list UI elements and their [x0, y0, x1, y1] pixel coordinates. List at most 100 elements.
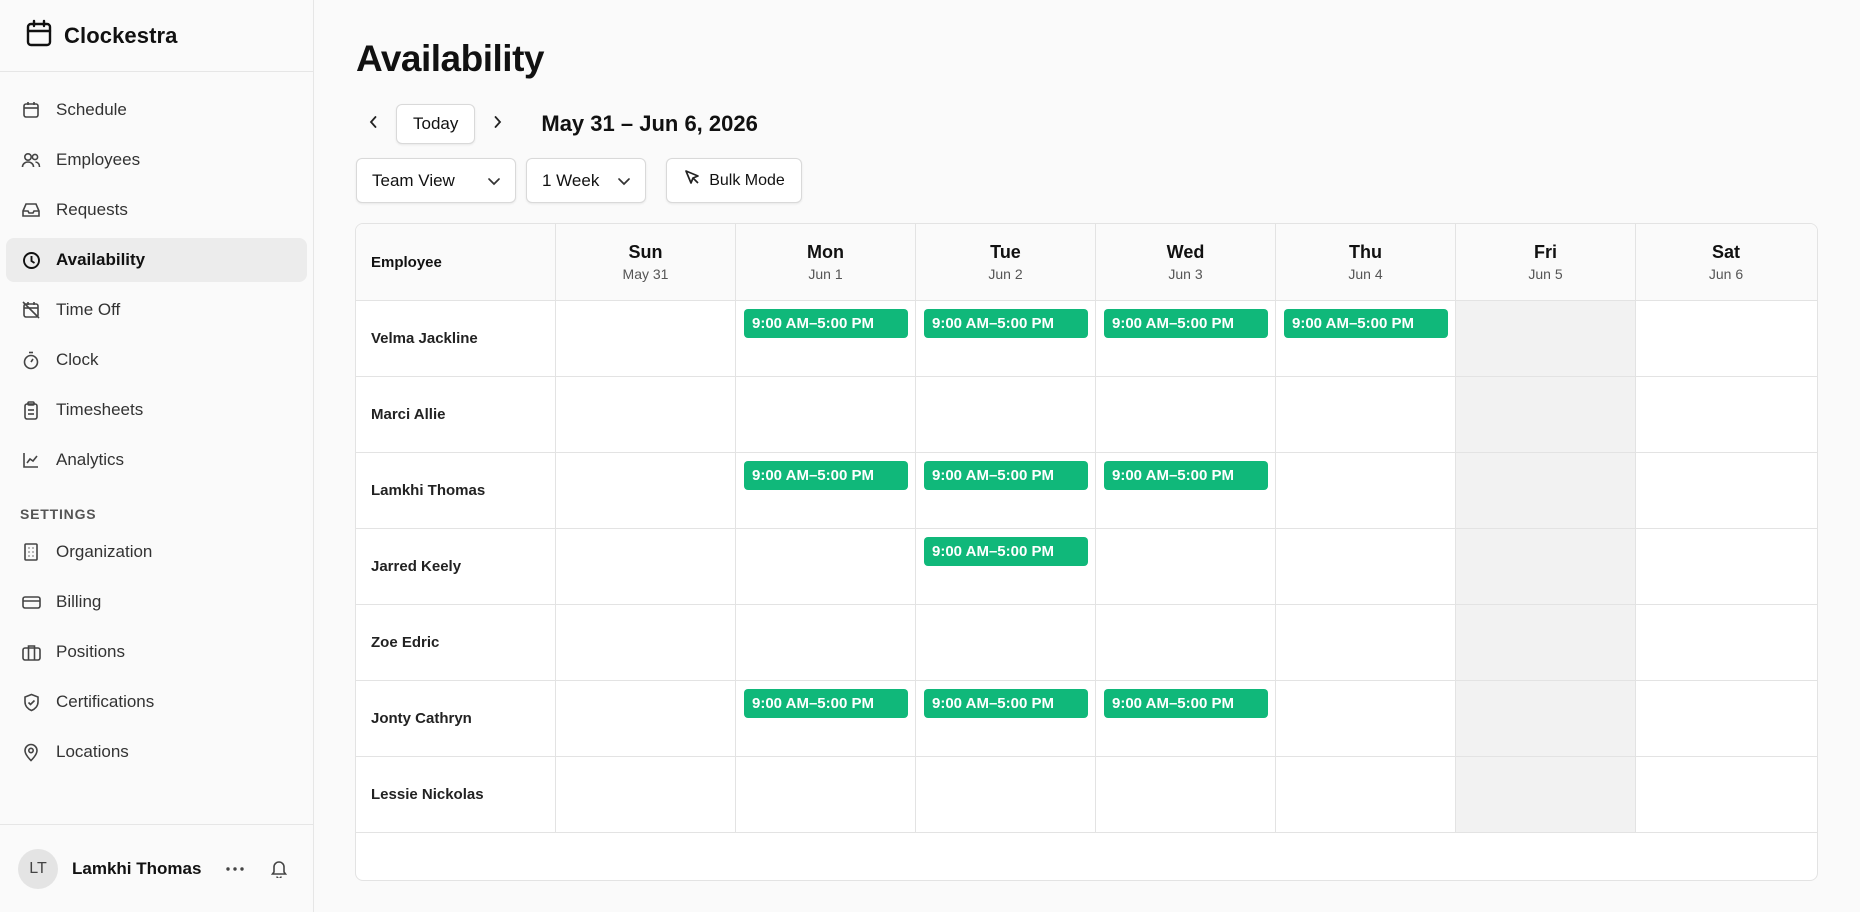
view-select-value: Team View [372, 170, 455, 190]
availability-cell[interactable] [1636, 681, 1816, 756]
availability-cell[interactable] [1276, 529, 1456, 604]
day-date: Jun 5 [1528, 266, 1563, 282]
availability-cell[interactable] [1096, 377, 1276, 452]
availability-cell[interactable] [1636, 757, 1816, 832]
sidebar-item-analytics[interactable]: Analytics [6, 438, 307, 482]
availability-cell[interactable] [1456, 681, 1636, 756]
bulk-mode-button[interactable]: Bulk Mode [666, 158, 802, 203]
credit-card-icon [20, 591, 42, 613]
availability-slot[interactable]: 9:00 AM–5:00 PM [744, 689, 908, 718]
sidebar-item-timesheets[interactable]: Timesheets [6, 388, 307, 432]
sidebar-item-schedule[interactable]: Schedule [6, 88, 307, 132]
availability-cell[interactable] [1276, 453, 1456, 528]
availability-cell[interactable] [1636, 301, 1816, 376]
availability-cell[interactable] [1276, 377, 1456, 452]
view-select[interactable]: Team View [356, 158, 516, 203]
availability-cell[interactable] [1456, 605, 1636, 680]
availability-cell[interactable] [736, 377, 916, 452]
availability-slot[interactable]: 9:00 AM–5:00 PM [1284, 309, 1448, 338]
availability-cell[interactable]: 9:00 AM–5:00 PM [736, 681, 916, 756]
sidebar-item-organization[interactable]: Organization [6, 530, 307, 574]
previous-week-button[interactable] [356, 107, 390, 141]
availability-slot[interactable]: 9:00 AM–5:00 PM [1104, 461, 1268, 490]
availability-cell[interactable] [736, 757, 916, 832]
availability-cell[interactable] [556, 453, 736, 528]
availability-slot[interactable]: 9:00 AM–5:00 PM [744, 309, 908, 338]
availability-cell[interactable] [916, 605, 1096, 680]
table-row: Zoe Edric [356, 605, 1817, 681]
availability-cell[interactable]: 9:00 AM–5:00 PM [1096, 453, 1276, 528]
today-button[interactable]: Today [396, 104, 476, 144]
availability-cell[interactable] [1096, 529, 1276, 604]
sidebar-item-time-off[interactable]: Time Off [6, 288, 307, 332]
availability-cell[interactable] [556, 377, 736, 452]
availability-cell[interactable] [1096, 757, 1276, 832]
sidebar-item-certifications[interactable]: Certifications [6, 680, 307, 724]
availability-cell[interactable] [1636, 377, 1816, 452]
day-header-tue: Tue Jun 2 [916, 224, 1096, 300]
availability-cell[interactable] [916, 757, 1096, 832]
availability-cell[interactable] [1456, 453, 1636, 528]
sidebar-item-availability[interactable]: Availability [6, 238, 307, 282]
briefcase-icon [20, 641, 42, 663]
availability-slot[interactable]: 9:00 AM–5:00 PM [924, 461, 1088, 490]
availability-cell[interactable] [1636, 529, 1816, 604]
day-date: Jun 1 [808, 266, 843, 282]
availability-cell[interactable]: 9:00 AM–5:00 PM [1096, 681, 1276, 756]
availability-cell[interactable]: 9:00 AM–5:00 PM [916, 681, 1096, 756]
availability-cell[interactable] [1276, 605, 1456, 680]
avatar[interactable]: LT [18, 848, 58, 889]
availability-slot[interactable]: 9:00 AM–5:00 PM [1104, 689, 1268, 718]
availability-slot[interactable]: 9:00 AM–5:00 PM [744, 461, 908, 490]
availability-cell[interactable] [1456, 377, 1636, 452]
more-options-icon[interactable] [221, 855, 249, 883]
availability-cell[interactable]: 9:00 AM–5:00 PM [1276, 301, 1456, 376]
availability-cell[interactable]: 9:00 AM–5:00 PM [1096, 301, 1276, 376]
period-select[interactable]: 1 Week [526, 158, 646, 203]
sidebar-item-employees[interactable]: Employees [6, 138, 307, 182]
availability-cell[interactable] [736, 529, 916, 604]
sidebar-item-locations[interactable]: Locations [6, 730, 307, 774]
availability-cell[interactable]: 9:00 AM–5:00 PM [736, 453, 916, 528]
availability-slot[interactable]: 9:00 AM–5:00 PM [924, 537, 1088, 566]
availability-slot[interactable]: 9:00 AM–5:00 PM [924, 689, 1088, 718]
map-pin-icon [20, 741, 42, 763]
next-week-button[interactable] [481, 107, 515, 141]
sidebar-item-positions[interactable]: Positions [6, 630, 307, 674]
availability-cell[interactable] [1456, 757, 1636, 832]
availability-cell[interactable] [556, 681, 736, 756]
availability-cell[interactable] [1636, 605, 1816, 680]
availability-cell[interactable] [1276, 681, 1456, 756]
building-icon [20, 541, 42, 563]
grid-body: Velma Jackline 9:00 AM–5:00 PM 9:00 AM–5:0… [356, 301, 1817, 833]
availability-cell[interactable] [1096, 605, 1276, 680]
availability-cell[interactable] [1456, 301, 1636, 376]
table-row: Lessie Nickolas [356, 757, 1817, 833]
chart-line-icon [20, 449, 42, 471]
period-select-value: 1 Week [542, 170, 600, 190]
availability-cell[interactable] [1456, 529, 1636, 604]
day-name: Wed [1166, 242, 1205, 262]
availability-cell[interactable] [1276, 757, 1456, 832]
sidebar-item-label: Positions [56, 642, 125, 661]
availability-slot[interactable]: 9:00 AM–5:00 PM [1104, 309, 1268, 338]
availability-cell[interactable] [736, 605, 916, 680]
sidebar-item-clock[interactable]: Clock [6, 338, 307, 382]
sidebar-item-requests[interactable]: Requests [6, 188, 307, 232]
availability-cell[interactable] [556, 301, 736, 376]
sidebar-item-label: Analytics [56, 450, 125, 469]
brand[interactable]: Clockestra [0, 0, 313, 72]
availability-cell[interactable] [556, 757, 736, 832]
bell-icon[interactable] [265, 855, 293, 883]
availability-cell[interactable] [556, 529, 736, 604]
availability-cell[interactable] [1636, 453, 1816, 528]
availability-cell[interactable]: 9:00 AM–5:00 PM [736, 301, 916, 376]
availability-cell[interactable] [556, 605, 736, 680]
availability-cell[interactable]: 9:00 AM–5:00 PM [916, 453, 1096, 528]
availability-cell[interactable]: 9:00 AM–5:00 PM [916, 529, 1096, 604]
day-date: Jun 4 [1348, 266, 1383, 282]
sidebar-item-billing[interactable]: Billing [6, 580, 307, 624]
availability-cell[interactable]: 9:00 AM–5:00 PM [916, 301, 1096, 376]
availability-cell[interactable] [916, 377, 1096, 452]
availability-slot[interactable]: 9:00 AM–5:00 PM [924, 309, 1088, 338]
